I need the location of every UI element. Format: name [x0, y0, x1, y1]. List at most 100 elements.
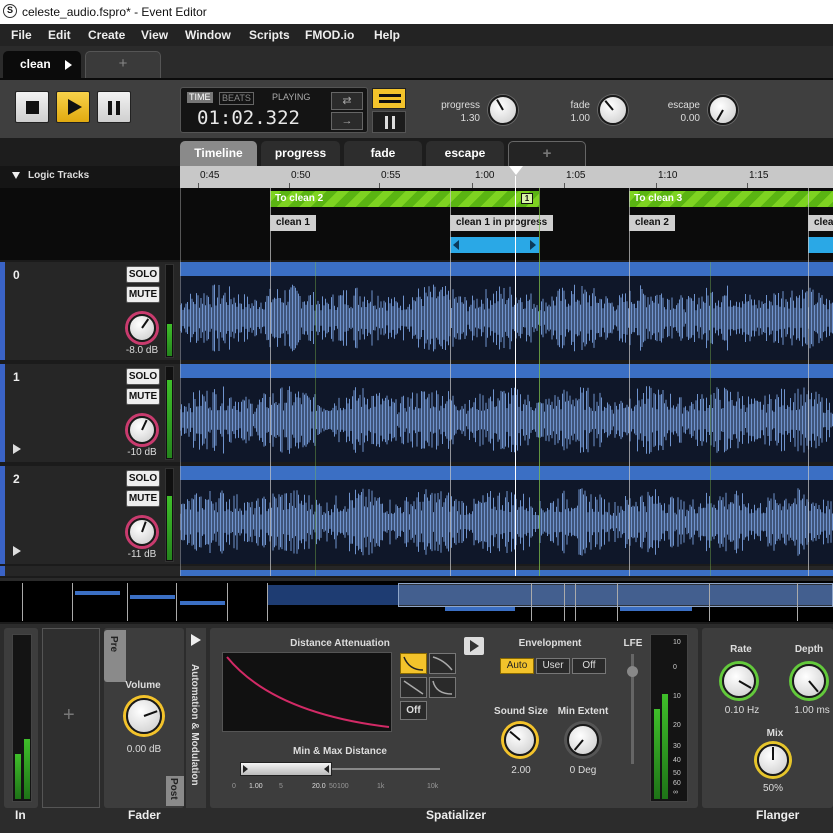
title-bar: S celeste_audio.fspro* - Event Editor	[0, 0, 833, 24]
audio-track-1-header[interactable]: 1 SOLO MUTE -10 dB	[0, 364, 180, 462]
solo-button[interactable]: SOLO	[126, 266, 160, 283]
expand-track-icon[interactable]	[13, 444, 21, 454]
rolloff-linear-icon	[403, 680, 424, 695]
audio-clip-header[interactable]	[180, 262, 833, 276]
rolloff-linear-button[interactable]	[400, 677, 427, 698]
menu-view[interactable]: View	[141, 28, 168, 42]
preview-button[interactable]	[464, 637, 484, 655]
destination-marker-clean-1[interactable]: clean 1	[270, 215, 316, 231]
timeline-ruler[interactable]: 0:45 0:50 0:55 1:00 1:05 1:10 1:15	[180, 166, 833, 188]
audio-waveform	[180, 386, 833, 454]
menu-create[interactable]: Create	[88, 28, 125, 42]
audio-clip-header[interactable]	[180, 570, 833, 576]
audio-clip-header[interactable]	[180, 364, 833, 378]
hold-button[interactable]	[372, 111, 406, 133]
post-tab[interactable]: Post	[166, 776, 184, 806]
event-tab-clean[interactable]: clean	[3, 51, 81, 78]
rolloff-linear-squared-button[interactable]	[429, 653, 456, 674]
attenuation-curve-graph[interactable]	[222, 652, 392, 732]
tab-fade[interactable]: fade	[344, 141, 422, 166]
pause-button[interactable]	[97, 91, 131, 123]
escape-knob[interactable]	[708, 95, 738, 125]
audio-track-1-lane[interactable]	[180, 364, 833, 462]
max-handle-icon[interactable]	[324, 765, 329, 773]
solo-button[interactable]: SOLO	[126, 470, 160, 487]
min-extent-knob[interactable]	[567, 724, 599, 756]
transition-region-clean-3[interactable]: To clean 3	[629, 191, 833, 207]
pre-tab[interactable]: Pre	[104, 630, 126, 682]
fade-knob[interactable]	[598, 95, 628, 125]
volume-label: Volume	[125, 680, 161, 691]
logic-tracks-header[interactable]: Logic Tracks	[0, 166, 180, 188]
transition-region-clean-2[interactable]: To clean 2 1	[270, 191, 539, 207]
add-parameter-tab-button[interactable]: +	[508, 141, 586, 166]
track-volume-knob[interactable]	[128, 416, 156, 444]
destination-marker-clean-3[interactable]: clea	[808, 215, 833, 231]
follow-playhead-icon[interactable]: →	[331, 112, 363, 130]
play-icon	[470, 640, 479, 652]
playhead-icon[interactable]	[509, 166, 523, 175]
automation-modulation-drawer[interactable]: Automation & Modulation	[186, 628, 206, 808]
loop-region[interactable]	[450, 237, 539, 253]
fmod-app-icon: S	[3, 4, 17, 18]
loop-region[interactable]	[808, 237, 833, 253]
play-icon[interactable]	[65, 60, 72, 70]
track-volume-knob[interactable]	[128, 518, 156, 546]
audio-track-0-lane[interactable]	[180, 262, 833, 360]
beats-mode-toggle[interactable]: BEATS	[219, 92, 254, 105]
add-event-tab-button[interactable]: +	[85, 51, 161, 78]
audio-track-2-header[interactable]: 2 SOLO MUTE -11 dB	[0, 466, 180, 564]
add-effect-slot[interactable]: +	[42, 628, 100, 808]
menu-file[interactable]: File	[11, 28, 32, 42]
audio-track-3-header[interactable]	[0, 566, 833, 576]
expand-drawer-icon[interactable]	[191, 634, 201, 646]
track-volume-knob[interactable]	[128, 314, 156, 342]
play-button[interactable]	[56, 91, 90, 123]
window-title: celeste_audio.fspro* - Event Editor	[22, 5, 207, 19]
menu-window[interactable]: Window	[185, 28, 231, 42]
region-count-badge: 1	[521, 193, 533, 204]
menu-edit[interactable]: Edit	[48, 28, 71, 42]
destination-marker-clean-1-in-progress[interactable]: clean 1 in progress	[450, 215, 554, 231]
min-max-distance-range[interactable]	[240, 762, 332, 776]
rate-knob[interactable]	[722, 664, 756, 698]
envelopment-off-button[interactable]: Off	[572, 658, 606, 674]
rolloff-off-button[interactable]: Off	[400, 701, 427, 720]
audio-track-2-lane[interactable]	[180, 466, 833, 564]
tab-timeline[interactable]: Timeline	[180, 141, 257, 166]
depth-knob[interactable]	[792, 664, 826, 698]
overview-viewport[interactable]	[398, 583, 833, 607]
menu-scripts[interactable]: Scripts	[249, 28, 290, 42]
mute-button[interactable]: MUTE	[126, 388, 160, 405]
stop-button[interactable]	[15, 91, 49, 123]
solo-button[interactable]: SOLO	[126, 368, 160, 385]
mute-button[interactable]: MUTE	[126, 490, 160, 507]
progress-knob[interactable]	[488, 95, 518, 125]
envelopment-auto-button[interactable]: Auto	[500, 658, 534, 674]
ruler-tick: 1:10	[658, 170, 678, 181]
rolloff-inverse-button[interactable]	[400, 653, 427, 674]
tab-progress[interactable]: progress	[261, 141, 340, 166]
expand-track-icon[interactable]	[13, 546, 21, 556]
envelopment-user-button[interactable]: User	[536, 658, 570, 674]
loop-toggle-icon[interactable]: ⇄	[331, 92, 363, 110]
output-level-meter: 10 0 10 20 30 40 50 60 ∞	[650, 634, 688, 802]
rolloff-inverse-tapered-button[interactable]	[429, 677, 456, 698]
audio-track-0-header[interactable]: 0 SOLO MUTE -8.0 dB	[0, 262, 180, 360]
menu-fmod-io[interactable]: FMOD.io	[305, 28, 354, 42]
overview-navigator[interactable]	[0, 578, 833, 622]
tab-escape[interactable]: escape	[426, 141, 504, 166]
time-mode-toggle[interactable]: TIME	[187, 92, 213, 103]
audio-clip-header[interactable]	[180, 466, 833, 480]
sound-size-knob[interactable]	[504, 724, 536, 756]
min-handle-icon[interactable]	[243, 765, 248, 773]
mix-knob[interactable]	[757, 744, 789, 776]
menu-help[interactable]: Help	[374, 28, 400, 42]
track-level-meter	[165, 468, 174, 562]
lfe-slider-handle[interactable]	[627, 666, 638, 677]
mute-button[interactable]: MUTE	[126, 286, 160, 303]
record-automation-button[interactable]	[372, 88, 406, 109]
fader-volume-knob[interactable]	[126, 698, 162, 734]
collapse-triangle-icon[interactable]	[12, 172, 20, 179]
destination-marker-clean-2[interactable]: clean 2	[629, 215, 675, 231]
